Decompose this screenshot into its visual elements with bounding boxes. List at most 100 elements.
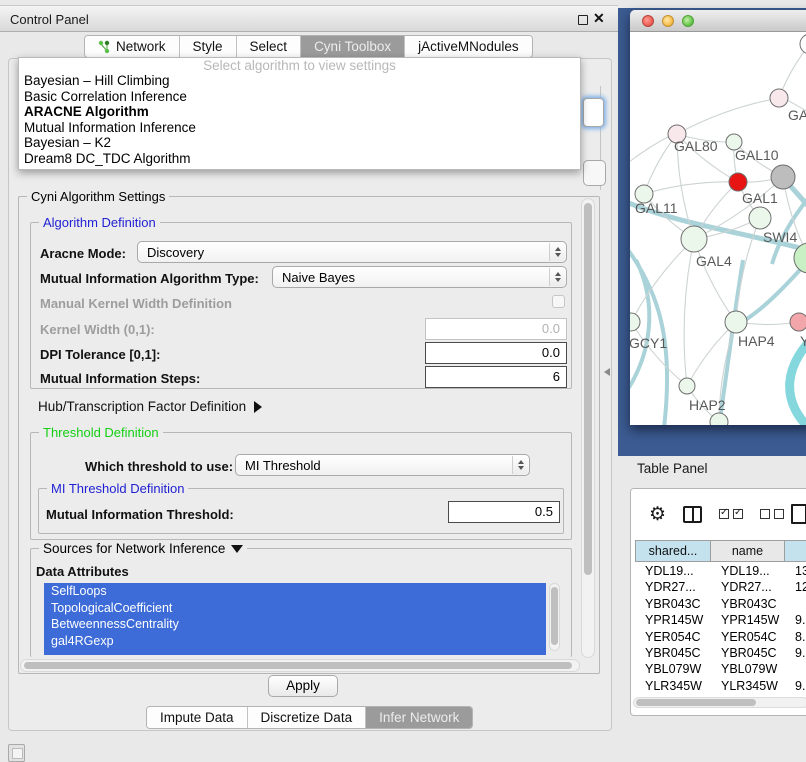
splitter-collapse-icon[interactable]: [604, 368, 610, 376]
table-horizontal-scrollbar[interactable]: [633, 697, 806, 708]
table-row[interactable]: YER054CYER054C8.: [635, 629, 806, 645]
network-edge: [684, 239, 694, 386]
attribute-item[interactable]: SelfLoops: [44, 583, 546, 600]
attributes-scrollbar[interactable]: [549, 583, 560, 651]
table-row[interactable]: YBL079WYBL079W: [635, 661, 806, 677]
dpi-tolerance-label: DPI Tolerance [0,1]:: [40, 347, 160, 362]
focused-combo-fragment[interactable]: [583, 98, 604, 127]
table-cell: [785, 596, 806, 612]
algorithm-option[interactable]: Bayesian – Hill Climbing: [19, 73, 580, 89]
table-cell: 9.: [785, 612, 806, 628]
column-header[interactable]: name: [711, 540, 785, 562]
algorithm-option[interactable]: ARACNE Algorithm: [19, 104, 580, 120]
tab-jactivemnodules[interactable]: jActiveMNodules: [405, 36, 532, 57]
data-attributes-list[interactable]: SelfLoopsTopologicalCoefficientBetweenne…: [44, 583, 546, 655]
table-row[interactable]: YDR27...YDR27...12: [635, 579, 806, 595]
table-row[interactable]: YDL19...YDL19...13: [635, 563, 806, 579]
table-panel-title: Table Panel: [637, 461, 708, 476]
table-row[interactable]: YBR045CYBR045C9.: [635, 645, 806, 661]
algorithm-dropdown-list: Select algorithm to view settings Bayesi…: [18, 57, 581, 170]
network-edge: [644, 182, 738, 194]
hub-definition-label: Hub/Transcription Factor Definition: [38, 399, 246, 414]
network-node-hap4[interactable]: [725, 311, 747, 333]
tab-network[interactable]: Network: [85, 36, 180, 57]
network-node-hap2[interactable]: [679, 378, 695, 394]
aracne-mode-combo[interactable]: Discovery: [137, 241, 567, 263]
table-row[interactable]: YLR345WYLR345W9.: [635, 678, 806, 694]
float-icon[interactable]: [578, 15, 588, 25]
tab-infer-network[interactable]: Infer Network: [366, 707, 472, 728]
table-cell: YBR043C: [711, 596, 785, 612]
settings-horizontal-scrollbar[interactable]: [20, 659, 580, 672]
dropdown-placeholder: Select algorithm to view settings: [19, 58, 580, 73]
manual-kernel-checkbox[interactable]: [552, 295, 565, 308]
network-node-y[interactable]: [790, 313, 806, 331]
sources-legend[interactable]: Sources for Network Inference: [39, 541, 247, 556]
tab-impute-data[interactable]: Impute Data: [147, 707, 248, 728]
tab-cyni-toolbox[interactable]: Cyni Toolbox: [301, 36, 405, 57]
column-header[interactable]: A: [785, 540, 806, 562]
network-edge: [644, 134, 677, 194]
export-table-icon[interactable]: [791, 504, 806, 524]
combo-stepper-icon: [549, 243, 565, 261]
mi-steps-input[interactable]: 6: [425, 366, 567, 388]
network-node[interactable]: [710, 413, 728, 425]
algorithm-option[interactable]: Dream8 DC_TDC Algorithm: [19, 151, 580, 167]
control-panel-tabs: NetworkStyleSelectCyni ToolboxjActiveMNo…: [84, 35, 533, 58]
node-label: GAL80: [674, 138, 718, 154]
zoom-traffic-light-icon[interactable]: [682, 15, 694, 27]
table-cell: YLR345W: [635, 678, 711, 694]
network-edge: [694, 239, 736, 322]
tab-discretize-data[interactable]: Discretize Data: [248, 707, 367, 728]
deselect-all-checkboxes-icon[interactable]: [760, 509, 784, 519]
apply-button[interactable]: Apply: [268, 675, 338, 697]
gear-icon[interactable]: ⚙: [649, 505, 666, 524]
tab-style[interactable]: Style: [180, 36, 237, 57]
mi-threshold-input[interactable]: 0.5: [448, 501, 560, 523]
combo-fragment[interactable]: [583, 160, 606, 186]
table-cell: YBL079W: [635, 661, 711, 677]
network-node-gal4[interactable]: [681, 226, 707, 252]
select-all-checkboxes-icon[interactable]: [719, 509, 743, 519]
network-edge: [677, 98, 779, 134]
mi-steps-label: Mutual Information Steps:: [40, 371, 200, 386]
table-cell: 9: [785, 694, 806, 696]
which-threshold-value: MI Threshold: [245, 458, 321, 473]
algorithm-option[interactable]: Mutual Information Inference: [19, 120, 580, 136]
mi-type-combo[interactable]: Naive Bayes: [272, 266, 567, 288]
node-label: GAL1: [742, 190, 778, 206]
network-canvas[interactable]: GALGAL80GAL10GAL1GAL11GAL4SWI4GCY1HAP4YH…: [630, 32, 806, 425]
table-cell: YDR27...: [635, 579, 711, 595]
mi-threshold-legend: MI Threshold Definition: [47, 481, 188, 496]
network-node-gal1[interactable]: [749, 207, 771, 229]
dpi-tolerance-input[interactable]: 0.0: [425, 342, 567, 364]
which-threshold-combo[interactable]: MI Threshold: [235, 454, 530, 476]
table-cell: YIL052C: [711, 694, 785, 696]
table-row[interactable]: YIL052CYIL052C9: [635, 694, 806, 696]
attribute-item[interactable]: TopologicalCoefficient: [44, 600, 546, 617]
column-visibility-icon[interactable]: [683, 506, 702, 523]
network-node[interactable]: [800, 34, 806, 54]
network-node[interactable]: [729, 173, 747, 191]
attribute-item[interactable]: BetweennessCentrality: [44, 616, 546, 633]
network-view-window[interactable]: GALGAL80GAL10GAL1GAL11GAL4SWI4GCY1HAP4YH…: [630, 10, 806, 425]
close-traffic-light-icon[interactable]: [642, 15, 654, 27]
tab-select[interactable]: Select: [237, 36, 302, 57]
algorithm-option[interactable]: Basic Correlation Inference: [19, 89, 580, 105]
network-node-gal[interactable]: [770, 89, 788, 107]
algorithm-definition-legend: Algorithm Definition: [39, 215, 160, 230]
minimize-traffic-light-icon[interactable]: [662, 15, 674, 27]
settings-vertical-scrollbar[interactable]: [581, 198, 595, 658]
network-node-gcy1[interactable]: [630, 313, 640, 331]
close-icon[interactable]: ✕: [593, 10, 605, 27]
attribute-item[interactable]: gal4RGexp: [44, 633, 546, 650]
hub-definition-toggle[interactable]: Hub/Transcription Factor Definition: [38, 399, 262, 414]
kernel-width-input[interactable]: 0.0: [425, 318, 567, 340]
network-node[interactable]: [771, 165, 795, 189]
table-row[interactable]: YBR043CYBR043C: [635, 596, 806, 612]
minimized-panel-icon[interactable]: [8, 744, 25, 762]
algorithm-option[interactable]: Bayesian – K2: [19, 135, 580, 151]
network-window-titlebar[interactable]: [630, 10, 806, 32]
column-header[interactable]: shared...: [635, 540, 711, 562]
table-row[interactable]: YPR145WYPR145W9.: [635, 612, 806, 628]
